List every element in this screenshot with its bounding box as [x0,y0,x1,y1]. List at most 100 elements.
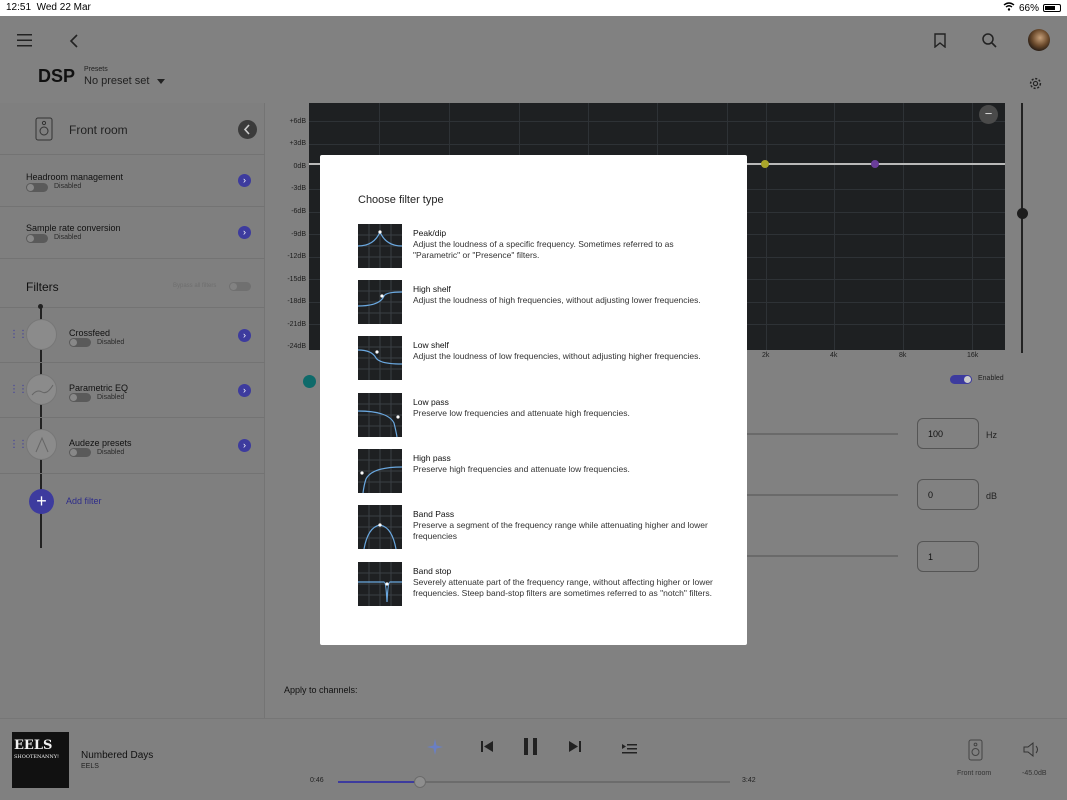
bookmark-icon[interactable] [933,33,947,53]
band-stop-graph-icon [358,562,402,606]
eq-node-purple[interactable] [871,160,879,168]
bypass-toggle[interactable] [229,282,251,291]
next-icon[interactable] [568,740,582,758]
headroom-label: Headroom management [26,172,124,182]
pause-icon[interactable] [523,737,538,761]
previous-icon[interactable] [480,740,494,758]
filter-option-high-pass[interactable]: High pass Preserve high frequencies and … [358,449,718,495]
headroom-chevron-icon[interactable]: › [238,174,251,187]
freq-slider[interactable] [740,433,898,435]
presets-label: Presets [84,66,108,73]
grid-line [903,103,904,350]
enabled-toggle[interactable] [950,375,972,384]
y-tick: -21dB [287,321,306,328]
filter-row[interactable]: ⋮⋮ Crossfeed Disabled › [0,308,265,363]
filter-toggle[interactable] [69,393,91,402]
queue-icon[interactable] [622,741,637,759]
avatar[interactable] [1028,29,1050,51]
x-tick: 4k [830,352,838,359]
preset-dropdown[interactable]: No preset set [84,75,166,87]
sample-rate-toggle[interactable] [26,234,48,243]
filter-state: Disabled [97,339,125,346]
duration-time: 3:42 [742,777,756,784]
wifi-icon [1003,2,1015,14]
filter-option-band-stop[interactable]: Band stop Severely attenuate part of the… [358,562,718,608]
y-tick: -18dB [287,298,306,305]
freq-field[interactable]: 100 [917,418,979,449]
audeze-icon [26,429,57,460]
y-tick: -12dB [287,253,306,260]
option-description: Preserve high frequencies and attenuate … [413,464,630,474]
filter-row[interactable]: ⋮⋮ Audeze presets Disabled › [0,418,265,474]
q-slider[interactable] [740,555,898,557]
search-icon[interactable] [982,33,997,53]
status-time: 12:51 Wed 22 Mar [6,2,91,13]
drag-handle-icon[interactable]: ⋮⋮ [9,439,28,450]
filter-toggle[interactable] [69,338,91,347]
filter-color-dot[interactable] [303,375,316,388]
page-title: DSP [38,66,76,86]
zone-speaker-icon[interactable] [968,739,983,766]
album-art[interactable]: EELS SHOOTENANNY! [12,732,69,788]
filter-option-high-shelf[interactable]: High shelf Adjust the loudness of high f… [357,280,718,326]
filter-option-peak-dip[interactable]: Peak/dip Adjust the loudness of a specif… [357,224,718,270]
bypass-label: Bypass all filters [173,283,217,289]
volume-level: -45.0dB [1022,770,1047,777]
add-filter-button[interactable]: + [29,489,54,514]
option-title: Band stop [413,566,452,576]
gain-field[interactable]: 0 [917,479,979,510]
filter-chevron-icon[interactable]: › [238,384,251,397]
eq-icon [26,374,57,405]
filter-label: Audeze presets [69,438,132,448]
back-icon[interactable] [69,34,79,53]
artist-name[interactable]: EELS [81,763,99,770]
q-field[interactable]: 1 [917,541,979,572]
filter-option-band-pass[interactable]: Band Pass Preserve a segment of the freq… [358,505,718,551]
gain-slider-track[interactable] [1021,103,1023,353]
freq-unit: Hz [986,430,997,440]
status-bar: 12:51 Wed 22 Mar 66% [0,0,1067,16]
menu-icon[interactable] [17,34,33,52]
filter-chevron-icon[interactable]: › [238,329,251,342]
progress-thumb[interactable] [414,776,427,788]
filter-option-low-pass[interactable]: Low pass Preserve low frequencies and at… [357,393,718,439]
zone-label: Front room [957,770,992,777]
sample-rate-row[interactable]: Sample rate conversion Disabled › [0,207,265,259]
filter-label: Crossfeed [69,328,111,338]
volume-icon[interactable] [1023,741,1043,763]
filter-row[interactable]: ⋮⋮ Parametric EQ Disabled › [0,363,265,418]
filter-chevron-icon[interactable]: › [238,439,251,452]
apply-channels-label: Apply to channels: [284,685,358,695]
add-filter-label[interactable]: Add filter [66,496,102,506]
gain-slider-thumb[interactable] [1017,208,1028,219]
option-title: High pass [413,453,451,463]
device-name: Front room [69,123,128,137]
collapse-sidebar-button[interactable] [238,120,257,139]
drag-handle-icon[interactable]: ⋮⋮ [9,384,28,395]
gear-icon[interactable] [1028,76,1043,96]
track-title[interactable]: Numbered Days [81,750,153,761]
crossfeed-icon [26,319,57,350]
drag-handle-icon[interactable]: ⋮⋮ [9,329,28,340]
elapsed-time: 0:46 [310,777,324,784]
option-description: Preserve a segment of the frequency rang… [413,520,708,541]
option-title: Band Pass [413,509,455,519]
headroom-state: Disabled [54,183,82,190]
gain-slider[interactable] [740,494,898,496]
grid-line [972,103,973,350]
grid-line [834,103,835,350]
headroom-toggle[interactable] [26,183,48,192]
eq-node-yellow[interactable] [761,160,769,168]
battery-percent: 66% [1018,2,1039,14]
sparkle-icon[interactable] [427,739,443,760]
headroom-row[interactable]: Headroom management Disabled › [0,155,265,207]
high-shelf-graph-icon [357,280,403,324]
plus-icon: + [36,491,47,511]
zoom-out-button[interactable]: − [979,105,998,124]
progress-track[interactable] [338,776,730,788]
y-tick: -3dB [291,185,306,192]
album-art-sub: SHOOTENANNY! [14,754,60,760]
filter-toggle[interactable] [69,448,91,457]
sample-rate-chevron-icon[interactable]: › [238,226,251,239]
filter-option-low-shelf[interactable]: Low shelf Adjust the loudness of low fre… [357,336,718,382]
